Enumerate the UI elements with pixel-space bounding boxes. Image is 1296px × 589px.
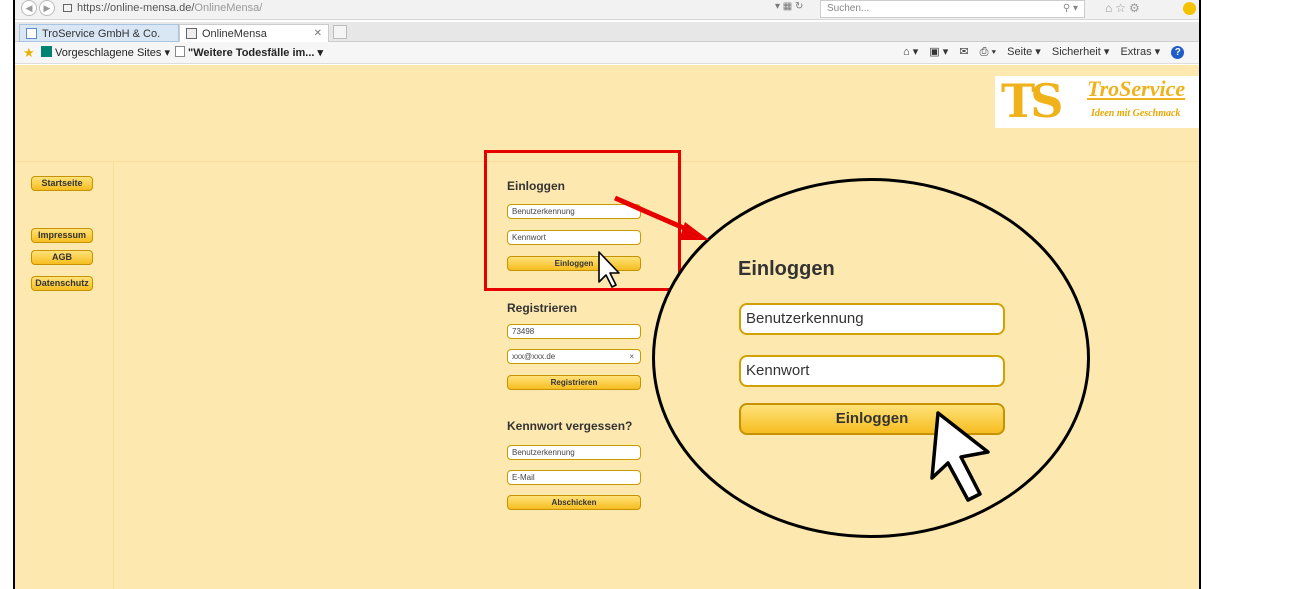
register-id-field[interactable]: 73498 [507,324,641,339]
command-bar: ⌂ ▾ ▣ ▾ ✉ ⎙ ▾ Seite ▾ Sicherheit ▾ Extra… [895,45,1185,59]
register-button[interactable]: Registrieren [507,375,641,390]
troservice-logo: TS TroService Ideen mit Geschmack [995,74,1199,128]
new-tab-button[interactable] [333,25,347,39]
logo-monogram: TS [1001,74,1063,128]
url-field[interactable]: https://online-mensa.de/OnlineMensa/ [77,2,262,14]
search-input[interactable]: Suchen... ⚲ ▾ [820,0,1085,18]
zoom-username-field: Benutzerkennung [739,303,1005,335]
suggested-sites-link[interactable]: Vorgeschlagene Sites ▾ [41,46,170,59]
clear-icon[interactable]: × [629,350,634,363]
home-favorites-settings-icons[interactable]: ⌂☆⚙ [1105,1,1143,15]
sidebar-item-impressum[interactable]: Impressum [31,228,93,243]
news-feed-link[interactable]: "Weitere Todesfälle im... ▾ [175,46,323,59]
highlight-box [484,150,681,291]
register-email-field[interactable]: xxx@xxx.de × [507,349,641,364]
zoom-title: Einloggen [738,258,835,280]
tab-onlinemensa[interactable]: OnlineMensa ✕ [179,24,329,42]
smiley-icon[interactable] [1183,2,1196,15]
zoom-password-field: Kennwort [739,355,1005,387]
forgot-email-field[interactable]: E-Mail [507,470,641,485]
search-icon[interactable]: ⚲ ▾ [1063,1,1078,17]
extras-menu[interactable]: Extras ▾ [1120,46,1160,58]
sidebar-item-datenschutz[interactable]: Datenschutz [31,276,93,291]
mail-icon[interactable]: ✉ [959,46,968,58]
send-button[interactable]: Abschicken [507,495,641,510]
sidebar-item-startseite[interactable]: Startseite [31,176,93,191]
page-menu[interactable]: Seite ▾ [1007,46,1041,58]
close-icon[interactable]: ✕ [314,25,322,43]
tab-strip: TroService GmbH & Co. KG - Ih... OnlineM… [15,22,1199,58]
logo-slogan: Ideen mit Geschmack [1091,108,1181,119]
divider [113,162,114,589]
logo-name: TroService [1087,76,1186,101]
favorites-star-icon[interactable]: ★ [23,45,35,61]
tab-troservice[interactable]: TroService GmbH & Co. KG - Ih... [19,24,179,58]
forgot-password-title: Kennwort vergessen? [507,419,633,433]
forward-icon[interactable]: ▶ [39,0,55,16]
back-icon[interactable]: ◀ [21,0,37,16]
register-title: Registrieren [507,301,578,315]
screenshot-frame: ◀ ▶ https://online-mensa.de/OnlineMensa/… [13,0,1201,589]
page-icon [63,4,72,12]
zoom-login-button: Einloggen [739,403,1005,435]
sidebar-item-agb[interactable]: AGB [31,250,93,265]
print-icon[interactable]: ⎙ ▾ [980,46,996,58]
refresh-icon[interactable]: ▾ ▦ ↻ [775,1,803,12]
forgot-username-field[interactable]: Benutzerkennung [507,445,641,460]
bing-icon [41,46,52,57]
page-icon [186,28,197,39]
security-menu[interactable]: Sicherheit ▾ [1052,46,1110,58]
page-icon [175,46,185,57]
help-icon[interactable]: ? [1171,46,1185,59]
favorites-bar: ★ Vorgeschlagene Sites ▾ "Weitere Todesf… [15,42,1199,64]
home-icon[interactable]: ⌂ ▾ [903,46,918,58]
address-bar: ◀ ▶ https://online-mensa.de/OnlineMensa/… [15,0,1199,20]
page-icon [26,28,37,39]
feeds-icon[interactable]: ▣ ▾ [929,46,948,58]
